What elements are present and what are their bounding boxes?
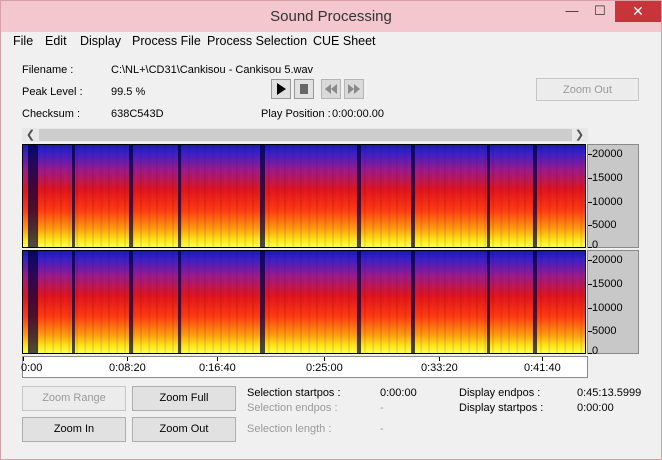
y-tick: 0: [592, 345, 599, 357]
fast-forward-button[interactable]: [344, 79, 364, 99]
display-startpos-label: Display startpos :: [459, 402, 544, 414]
stop-button[interactable]: [294, 79, 314, 99]
track-gap: [129, 145, 133, 247]
track-gap: [487, 145, 490, 247]
play-icon: [277, 83, 286, 95]
track-gap: [28, 145, 38, 247]
x-tick: 0:16:40: [199, 362, 236, 374]
scroll-right-icon[interactable]: ❯: [571, 128, 588, 142]
y-tick: 20000: [592, 148, 623, 160]
display-endpos-value: 0:45:13.5999: [577, 387, 642, 399]
spectrogram-texture: [23, 251, 585, 353]
filename-label: Filename :: [22, 64, 74, 76]
zoom-range-button[interactable]: Zoom Range: [22, 386, 126, 411]
scroll-left-icon[interactable]: ❮: [22, 128, 39, 142]
frequency-axis-1: 20000 15000 10000 5000 0: [587, 144, 639, 251]
y-tick: 15000: [592, 172, 623, 184]
rewind-button[interactable]: [321, 79, 341, 99]
close-icon[interactable]: ✕: [615, 1, 661, 22]
y-tick: 5000: [592, 325, 617, 337]
track-gap: [28, 251, 38, 353]
sound-processing-window: Sound Processing — ☐ ✕ File Edit Display…: [0, 0, 662, 460]
zoom-in-button[interactable]: Zoom In: [22, 417, 126, 442]
checksum-value: 638C543D: [111, 108, 164, 120]
track-gap: [487, 251, 490, 353]
track-gap: [129, 251, 133, 353]
filename-value: C:\NL+\CD31\Cankisou - Cankisou 5.wav: [111, 64, 314, 76]
x-tick: 0:25:00: [306, 362, 343, 374]
spectrogram-channel-1[interactable]: [22, 144, 586, 248]
track-gap: [72, 251, 75, 353]
rewind-icon: [325, 84, 337, 94]
track-gap: [533, 145, 537, 247]
track-gap: [411, 251, 415, 353]
y-tick: 15000: [592, 278, 623, 290]
spectrogram-texture: [23, 145, 585, 247]
x-tick: 0:41:40: [524, 362, 561, 374]
y-tick: 10000: [592, 302, 623, 314]
zoom-out-top-button[interactable]: Zoom Out: [536, 78, 639, 101]
display-endpos-label: Display endpos :: [459, 387, 541, 399]
zoom-out-button[interactable]: Zoom Out: [132, 417, 236, 442]
selection-startpos-label: Selection startpos :: [247, 387, 341, 399]
x-tick: 0:08:20: [109, 362, 146, 374]
fast-forward-icon: [348, 84, 360, 94]
selection-length-label: Selection length :: [247, 423, 332, 435]
track-gap: [72, 145, 75, 247]
zoom-full-button[interactable]: Zoom Full: [132, 386, 236, 411]
title-bar: Sound Processing — ☐ ✕: [1, 1, 661, 32]
spectrogram-channel-2[interactable]: [22, 250, 586, 354]
track-gap: [357, 251, 361, 353]
menu-bar: File Edit Display Process File Process S…: [1, 32, 661, 52]
horizontal-scrollbar[interactable]: ❮ ❯: [22, 128, 588, 142]
play-button[interactable]: [271, 79, 291, 99]
track-gap: [411, 145, 415, 247]
selection-startpos-value: 0:00:00: [380, 387, 417, 399]
checksum-label: Checksum :: [22, 108, 81, 120]
peak-level-value: 99.5 %: [111, 86, 146, 98]
track-gap: [260, 251, 265, 353]
selection-length-value: -: [380, 423, 384, 435]
y-tick: 5000: [592, 219, 617, 231]
display-startpos-value: 0:00:00: [577, 402, 614, 414]
menu-cue-sheet[interactable]: CUE Sheet: [313, 34, 376, 48]
selection-endpos-value: -: [380, 402, 384, 414]
scrollbar-thumb[interactable]: [39, 129, 572, 141]
play-position-value: 0:00:00.00: [332, 108, 384, 120]
frequency-axis-2: 20000 15000 10000 5000 0: [587, 250, 639, 357]
time-axis: 0:00 0:08:20 0:16:40 0:25:00 0:33:20 0:4…: [21, 356, 588, 378]
x-tick: 0:00: [21, 362, 43, 374]
y-tick: 20000: [592, 254, 623, 266]
peak-level-label: Peak Level :: [22, 86, 83, 98]
menu-file[interactable]: File: [13, 34, 33, 48]
play-position-label: Play Position :: [261, 108, 331, 120]
track-gap: [533, 251, 537, 353]
menu-process-selection[interactable]: Process Selection: [207, 34, 307, 48]
y-tick: 10000: [592, 196, 623, 208]
menu-edit[interactable]: Edit: [45, 34, 67, 48]
track-gap: [178, 145, 181, 247]
track-gap: [260, 145, 265, 247]
menu-display[interactable]: Display: [80, 34, 121, 48]
track-gap: [178, 251, 181, 353]
selection-endpos-label: Selection endpos :: [247, 402, 338, 414]
maximize-icon[interactable]: ☐: [586, 1, 614, 22]
x-tick: 0:33:20: [421, 362, 458, 374]
stop-icon: [300, 84, 308, 94]
minimize-icon[interactable]: —: [558, 1, 586, 22]
menu-process-file[interactable]: Process File: [132, 34, 201, 48]
track-gap: [357, 145, 361, 247]
